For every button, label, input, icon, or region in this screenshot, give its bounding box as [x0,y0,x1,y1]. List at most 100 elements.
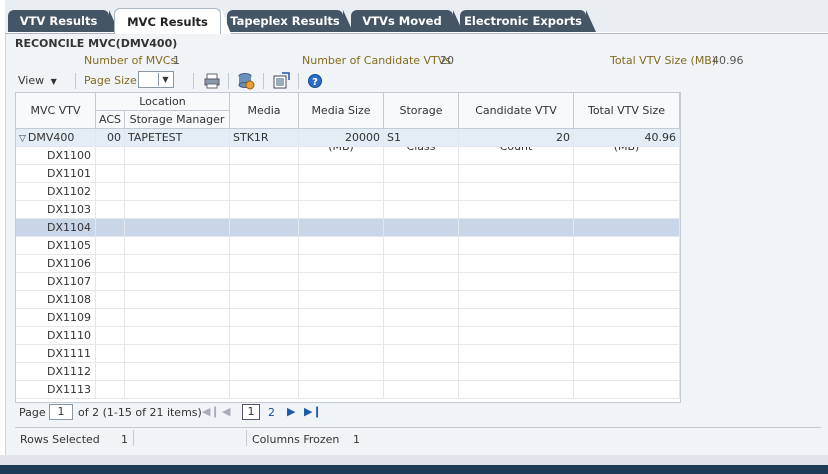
table-row[interactable]: DX1100 [16,147,680,165]
cell-empty [230,273,299,291]
table-row[interactable]: DX1112 [16,363,680,381]
table-row[interactable]: DX1106 [16,255,680,273]
cell-empty [459,165,574,183]
cell-empty [125,219,230,237]
header-location: Location [96,93,230,111]
table-row[interactable]: DX1109 [16,309,680,327]
cell-empty [384,165,459,183]
divider [193,73,194,89]
cell-empty [459,183,574,201]
cell-mvc-vtv: DX1108 [16,291,96,309]
header-media-size[interactable]: Media Size (MB) [299,93,384,153]
table-row[interactable]: DX1110 [16,327,680,345]
pager: Page 1 of 2 (1-15 of 21 items) ◀❙ ◀ 1 2 … [15,402,679,424]
cell-empty [384,183,459,201]
table-row[interactable]: DX1107 [16,273,680,291]
page-input[interactable]: 1 [49,404,73,420]
detach-icon[interactable] [272,72,290,90]
table-row[interactable]: DX1111 [16,345,680,363]
cell-empty [384,255,459,273]
panel-title: RECONCILE MVC(DMV400) [15,37,178,50]
header-candidate-vtv-count[interactable]: Candidate VTV Count [459,93,574,153]
cell-mvc-vtv: DX1107 [16,273,96,291]
page-size-select[interactable]: ▼ [138,71,174,88]
header-media[interactable]: Media [230,93,299,129]
cell-empty [230,183,299,201]
print-icon[interactable] [203,72,221,90]
cell-empty [230,165,299,183]
tab-electronic-exports[interactable]: Electronic Exports [460,10,596,32]
table-row[interactable]: ▽ DMV400 00 TAPETEST STK1R 20000 S1 20 40… [16,129,680,147]
cell-empty [384,273,459,291]
cell-empty [384,309,459,327]
table-row[interactable]: DX1104 [16,219,680,237]
header-storage-manager[interactable]: Storage Manager [125,111,230,129]
cell-empty [459,327,574,345]
header-mvc-vtv[interactable]: MVC VTV [16,93,96,129]
cell-empty [96,273,125,291]
view-menu[interactable]: View ▼ [18,71,57,91]
header-acs[interactable]: ACS [96,111,125,129]
cell-empty [459,363,574,381]
cell-empty [96,291,125,309]
cell-storage-manager: TAPETEST [125,129,230,147]
cell-mvc-vtv: DX1106 [16,255,96,273]
table-row[interactable]: DX1102 [16,183,680,201]
cell-empty [574,219,680,237]
cell-empty [96,147,125,165]
cell-empty [125,291,230,309]
next-page-icon[interactable]: ▶ [287,405,295,418]
collapse-icon[interactable]: ▽ [19,134,26,144]
tab-vtvs-moved[interactable]: VTVs Moved [351,10,463,32]
divider [246,430,247,446]
cell-empty [299,147,384,165]
cell-empty [125,309,230,327]
cell-empty [574,381,680,399]
cell-mvc-vtv: DX1102 [16,183,96,201]
cell-empty [574,165,680,183]
cell-empty [384,381,459,399]
cell-mvc-vtv: DX1105 [16,237,96,255]
cell-empty [574,237,680,255]
cell-empty [574,363,680,381]
page-1-link[interactable]: 1 [242,404,260,420]
tab-vtv-results[interactable]: VTV Results [8,10,119,32]
cell-empty [125,201,230,219]
cell-empty [125,165,230,183]
table-row[interactable]: DX1108 [16,291,680,309]
table-row[interactable]: DX1103 [16,201,680,219]
mvcs-label: Number of MVCs [84,54,177,67]
database-refresh-icon[interactable] [237,72,255,90]
cell-empty [96,309,125,327]
last-page-icon[interactable]: ▶❙ [304,405,322,418]
chevron-down-icon: ▼ [50,77,57,86]
cell-empty [230,291,299,309]
candidate-vtvs-label: Number of Candidate VTVs [302,54,452,67]
mvc-results-panel: RECONCILE MVC(DMV400) Number of MVCs 1 N… [6,33,828,456]
divider [298,73,299,89]
cell-empty [230,147,299,165]
cell-empty [574,255,680,273]
table-row[interactable]: DX1105 [16,237,680,255]
divider [75,73,76,89]
cell-empty [96,255,125,273]
help-icon[interactable]: ? [306,72,324,90]
cell-empty [384,237,459,255]
previous-page-icon[interactable]: ◀ [222,405,230,418]
cell-media-size: 20000 [299,129,384,147]
first-page-icon[interactable]: ◀❙ [202,405,220,418]
rows-selected-value: 1 [121,433,128,446]
header-total-vtv-size[interactable]: Total VTV Size (MB) [574,93,680,153]
header-storage-class[interactable]: Storage Class [384,93,459,153]
tab-mvc-results[interactable]: MVC Results [114,8,231,34]
cell-empty [384,327,459,345]
divider [133,430,134,446]
total-size-value: 40.96 [712,54,744,67]
table-row[interactable]: DX1101 [16,165,680,183]
tab-tapeplex-results[interactable]: Tapeplex Results [227,10,353,32]
cell-empty [459,219,574,237]
cell-empty [230,255,299,273]
page-2-link[interactable]: 2 [268,406,275,419]
table-row[interactable]: DX1113 [16,381,680,399]
window-bottom-bar [0,465,828,474]
